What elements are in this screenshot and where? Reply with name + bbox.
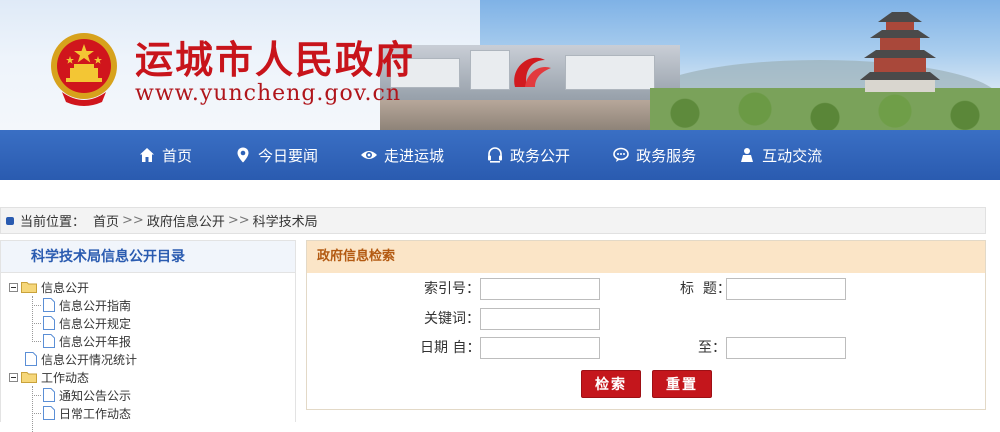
- document-icon: [43, 316, 55, 330]
- nav-list: 首页 今日要闻 走进运城 政务公开 政务服务 互动交流: [138, 130, 864, 180]
- nav-label: 首页: [162, 146, 193, 165]
- tree-node-label: 通知公告公示: [59, 388, 132, 403]
- date-from-input[interactable]: [480, 337, 600, 359]
- breadcrumb-home[interactable]: 首页: [93, 211, 119, 230]
- banner-plaza: [380, 100, 660, 130]
- nav-item-home[interactable]: 首页: [138, 130, 192, 180]
- banner-building: [565, 55, 655, 90]
- nav-item-about-city[interactable]: 走进运城: [360, 130, 444, 180]
- catalog-tree-title: 科学技术局信息公开目录: [1, 241, 295, 273]
- tree-node-rules[interactable]: 信息公开规定: [1, 314, 295, 332]
- tree-node-info-disclosure[interactable]: 信息公开: [1, 278, 295, 296]
- site-banner: 运城市人民政府 www.yuncheng.gov.cn: [0, 0, 1000, 130]
- date-from-label: 日期 自：: [420, 340, 481, 356]
- nav-label: 政务服务: [636, 146, 697, 165]
- index-label: 索引号：: [424, 281, 480, 297]
- document-icon: [43, 298, 55, 312]
- breadcrumb-gov-info[interactable]: 政府信息公开: [147, 211, 225, 230]
- folder-icon: [21, 282, 37, 293]
- chat-icon: [612, 146, 630, 164]
- tree-node-daily-work[interactable]: 日常工作动态: [1, 404, 295, 422]
- folder-icon: [21, 372, 37, 383]
- tree-node-label: 信息公开年报: [59, 334, 132, 349]
- breadcrumb-prefix: 当前位置：: [20, 215, 86, 230]
- tree-node-work-news[interactable]: 工作动态: [1, 368, 295, 386]
- tree-node-label: 信息公开指南: [59, 298, 132, 313]
- title-input[interactable]: [726, 278, 846, 300]
- site-title: 运城市人民政府: [135, 37, 416, 82]
- index-input[interactable]: [480, 278, 600, 300]
- tree-node-label: 信息公开情况统计: [41, 352, 138, 367]
- banner-building: [470, 50, 510, 90]
- document-icon: [43, 406, 55, 420]
- nav-item-gov-services[interactable]: 政务服务: [612, 130, 696, 180]
- document-icon: [25, 352, 37, 366]
- nav-label: 政务公开: [510, 146, 571, 165]
- map-pin-icon: [234, 146, 252, 164]
- nav-label: 互动交流: [762, 146, 823, 165]
- tree-node-label: 信息公开规定: [59, 316, 132, 331]
- reset-button[interactable]: 重置: [652, 370, 712, 398]
- nav-item-news[interactable]: 今日要闻: [234, 130, 318, 180]
- city-sculpture-icon: [514, 57, 551, 87]
- tree-node-notices[interactable]: 通知公告公示: [1, 386, 295, 404]
- eye-icon: [360, 146, 378, 164]
- tree-node-label: 信息公开: [41, 280, 90, 295]
- tree-node-guide[interactable]: 信息公开指南: [1, 296, 295, 314]
- breadcrumb-current[interactable]: 科学技术局: [253, 211, 318, 230]
- collapse-toggle-icon[interactable]: [9, 282, 18, 292]
- breadcrumb: 当前位置： 首页 >> 政府信息公开 >> 科学技术局: [0, 207, 986, 234]
- nav-item-gov-affairs[interactable]: 政务公开: [486, 130, 570, 180]
- nav-label: 今日要闻: [258, 146, 319, 165]
- search-button[interactable]: 检索: [581, 370, 641, 398]
- breadcrumb-separator: >>: [227, 213, 250, 228]
- search-panel-title: 政府信息检索: [307, 241, 985, 273]
- breadcrumb-separator: >>: [122, 213, 144, 228]
- breadcrumb-bullet-icon: [6, 216, 14, 225]
- tree-node-statistics[interactable]: 信息公开情况统计: [1, 350, 295, 368]
- document-icon: [43, 388, 55, 402]
- date-to-input[interactable]: [726, 337, 846, 359]
- person-icon: [738, 146, 756, 164]
- tree-node-label: 日常工作动态: [59, 406, 132, 421]
- banner-trees: [650, 88, 1000, 130]
- site-url: www.yuncheng.gov.cn: [135, 81, 402, 106]
- catalog-tree: 信息公开 信息公开指南 信息公开规定 信息公开年报 信息公开情况统计 工作动态 …: [1, 273, 295, 432]
- catalog-tree-panel: 科学技术局信息公开目录 信息公开 信息公开指南 信息公开规定 信息公开年报 信息…: [0, 240, 296, 432]
- home-icon: [138, 146, 156, 164]
- date-to-label: 至：: [698, 340, 726, 356]
- nav-label: 走进运城: [384, 146, 445, 165]
- keyword-label: 关键词：: [424, 311, 480, 327]
- pavilion-tower-icon: [860, 12, 940, 92]
- nav-item-interaction[interactable]: 互动交流: [738, 130, 822, 180]
- tree-node-annual-report[interactable]: 信息公开年报: [1, 332, 295, 350]
- headset-icon: [486, 146, 504, 164]
- collapse-toggle-icon[interactable]: [9, 372, 18, 382]
- main-navigation: 首页 今日要闻 走进运城 政务公开 政务服务 互动交流: [0, 130, 1000, 180]
- keyword-input[interactable]: [480, 308, 600, 330]
- tree-node-label: 工作动态: [41, 370, 90, 385]
- document-icon: [43, 334, 55, 348]
- search-panel: 政府信息检索 索引号： 标 题： 关键词： 日期 自： 至： 检索 重置: [306, 240, 986, 410]
- national-emblem-icon: [51, 33, 117, 106]
- title-label: 标 题：: [680, 281, 731, 297]
